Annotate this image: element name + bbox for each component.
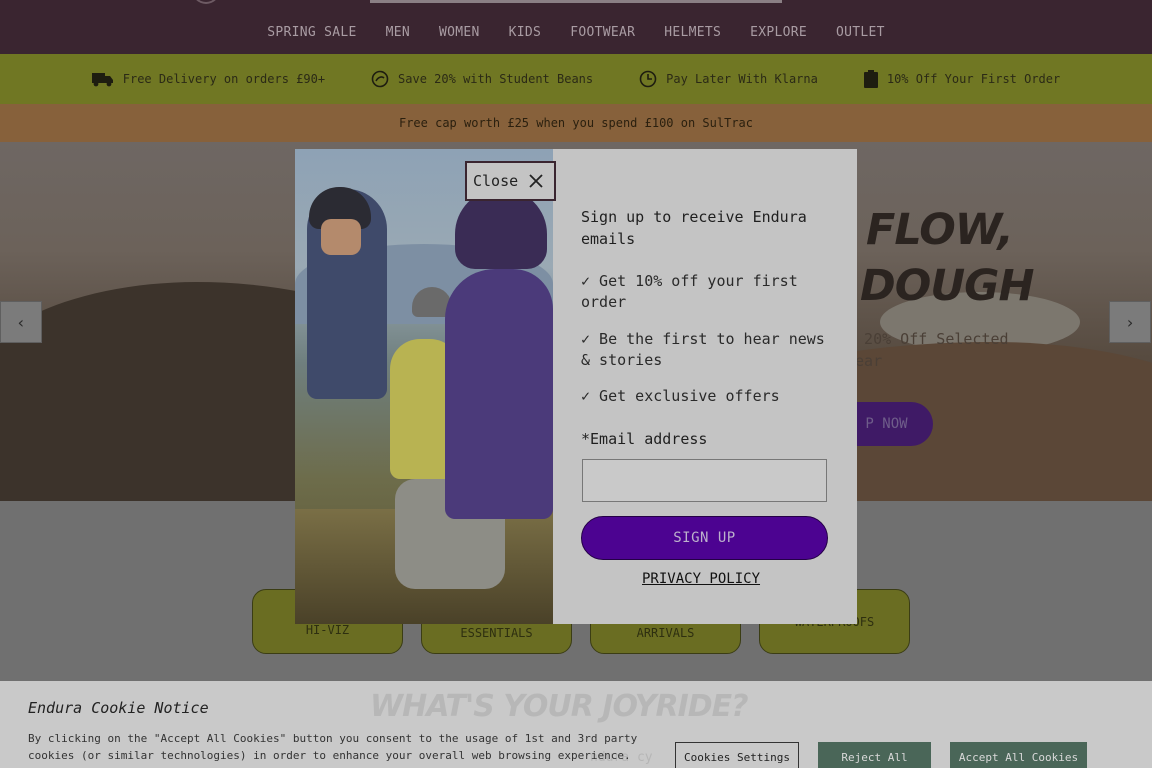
nav-helmets[interactable]: HELMETS bbox=[664, 25, 721, 40]
photo-rider-purple bbox=[445, 269, 553, 519]
cookies-settings-button[interactable]: Cookies Settings bbox=[675, 742, 799, 768]
close-icon bbox=[529, 174, 543, 188]
cookie-banner: WHAT'S YOUR JOYRIDE? ndura cy Endura Coo… bbox=[0, 681, 1152, 768]
benefit-offers: ✓ Get exclusive offers bbox=[581, 387, 780, 405]
clock-icon bbox=[639, 70, 657, 88]
background-section-heading: WHAT'S YOUR JOYRIDE? bbox=[370, 689, 749, 724]
promo-klarna[interactable]: Pay Later With Klarna bbox=[639, 70, 818, 88]
accept-all-cookies-button[interactable]: Accept All Cookies bbox=[950, 742, 1087, 768]
top-navigation: SPRING SALE MEN WOMEN KIDS FOOTWEAR HELM… bbox=[0, 0, 1152, 54]
hero-headline: FLOW, DOUGH bbox=[860, 202, 1034, 314]
promo-student-label: Save 20% with Student Beans bbox=[398, 72, 594, 86]
hero-headline-line2: DOUGH bbox=[860, 261, 1034, 311]
nav-explore[interactable]: EXPLORE bbox=[750, 25, 807, 40]
cookie-title: Endura Cookie Notice bbox=[28, 699, 209, 717]
signup-button[interactable]: SIGN UP bbox=[581, 516, 828, 560]
carousel-prev-button[interactable]: ‹ bbox=[0, 301, 42, 343]
hero-headline-line1: FLOW, bbox=[866, 205, 1014, 255]
truck-icon bbox=[91, 73, 113, 87]
email-label: *Email address bbox=[581, 430, 708, 448]
email-input[interactable] bbox=[582, 459, 827, 502]
reject-all-button[interactable]: Reject All bbox=[818, 742, 931, 768]
search-bar[interactable] bbox=[370, 0, 782, 3]
hero-subtext: n 20% Off Selected wear bbox=[846, 330, 1009, 370]
nav-outlet[interactable]: OUTLET bbox=[836, 25, 885, 40]
close-label: Close bbox=[473, 172, 519, 190]
cookie-text: By clicking on the "Accept All Cookies" … bbox=[28, 732, 638, 762]
promo-first-order[interactable]: 10% Off Your First Order bbox=[863, 70, 1061, 88]
promo-strip: Free Delivery on orders £90+ Save 20% wi… bbox=[0, 54, 1152, 104]
student-beans-icon bbox=[371, 70, 389, 88]
carousel-next-button[interactable]: › bbox=[1109, 301, 1151, 343]
modal-riders-photo bbox=[295, 149, 553, 624]
promo-delivery[interactable]: Free Delivery on orders £90+ bbox=[91, 71, 326, 87]
modal-close-button[interactable]: Close bbox=[465, 161, 556, 201]
logo[interactable] bbox=[192, 0, 220, 4]
promo-klarna-label: Pay Later With Klarna bbox=[666, 72, 818, 86]
photo-rider-purple-helmet bbox=[455, 189, 547, 269]
benefit-discount: ✓ Get 10% off your first order bbox=[581, 272, 798, 311]
nav-men[interactable]: MEN bbox=[386, 25, 410, 40]
clipboard-icon bbox=[863, 70, 878, 88]
promo-first-order-label: 10% Off Your First Order bbox=[886, 72, 1061, 86]
benefit-news: ✓ Be the first to hear news & stories bbox=[581, 330, 825, 369]
promo-delivery-label: Free Delivery on orders £90+ bbox=[122, 72, 326, 86]
nav-kids[interactable]: KIDS bbox=[509, 25, 542, 40]
announcement-bar[interactable]: Free cap worth £25 when you spend £100 o… bbox=[0, 104, 1152, 142]
modal-heading: Sign up to receive Endura emails bbox=[581, 208, 807, 248]
nav-women[interactable]: WOMEN bbox=[439, 25, 480, 40]
main-nav: SPRING SALE MEN WOMEN KIDS FOOTWEAR HELM… bbox=[0, 25, 1152, 40]
nav-footwear[interactable]: FOOTWEAR bbox=[570, 25, 635, 40]
nav-spring-sale[interactable]: SPRING SALE bbox=[267, 25, 356, 40]
privacy-policy-link[interactable]: PRIVACY POLICY bbox=[642, 571, 760, 587]
photo-rider-left-face bbox=[321, 219, 361, 255]
promo-student-beans[interactable]: Save 20% with Student Beans bbox=[371, 70, 593, 88]
